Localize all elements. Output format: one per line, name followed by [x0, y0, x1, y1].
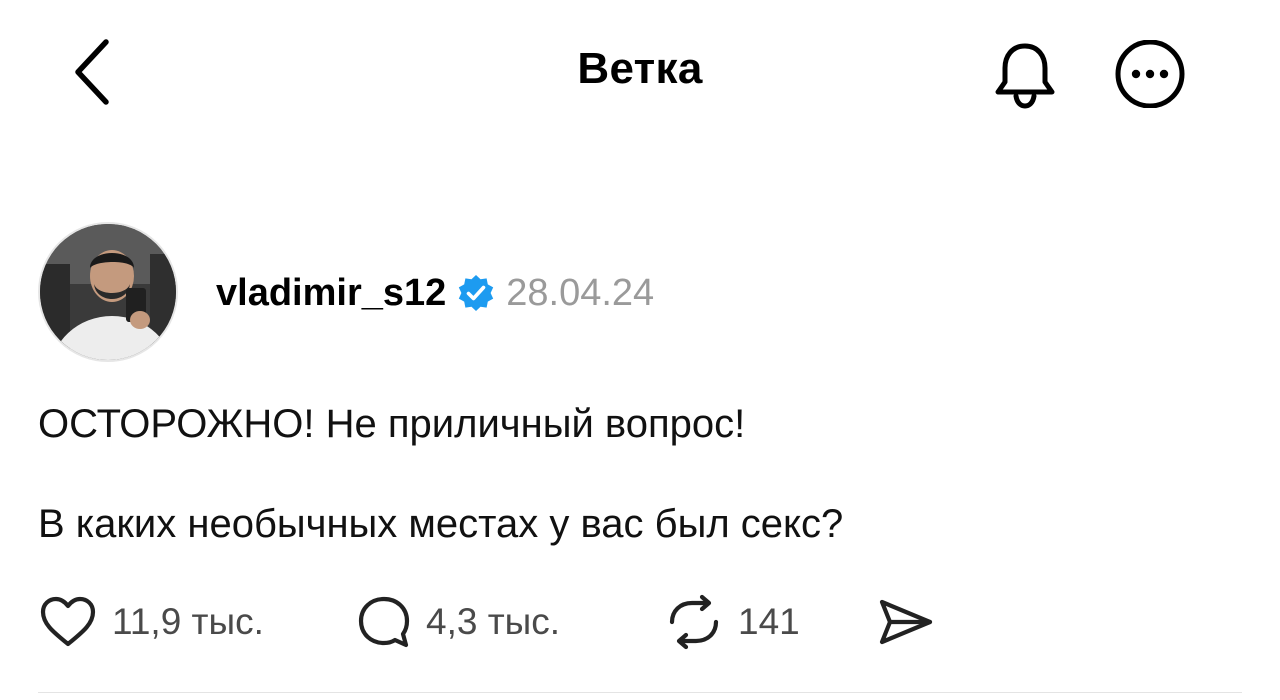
repost-button[interactable]: 141 — [664, 590, 800, 654]
repost-icon — [669, 594, 719, 650]
thread-post: vladimir_s12 28.04.24 ОСТОРОЖНО! Не прил… — [0, 0, 1280, 700]
author-username[interactable]: vladimir_s12 — [216, 272, 446, 315]
post-date: 28.04.24 — [506, 271, 655, 314]
share-button[interactable] — [876, 590, 936, 654]
post-text-line: В каких необычных местах у вас был секс? — [38, 502, 844, 546]
divider — [38, 692, 1242, 693]
comment-icon — [358, 596, 410, 648]
post-meta: vladimir_s12 28.04.24 — [216, 268, 654, 318]
repost-count: 141 — [738, 601, 800, 642]
like-count: 11,9 тыс. — [112, 601, 264, 642]
reply-count: 4,3 тыс. — [426, 601, 561, 642]
reply-button[interactable]: 4,3 тыс. — [356, 590, 560, 654]
post-actions: 11,9 тыс. 4,3 тыс. 141 — [38, 590, 1038, 654]
post-text-line: ОСТОРОЖНО! Не приличный вопрос! — [38, 402, 746, 446]
verified-badge-icon — [456, 273, 496, 313]
heart-icon — [40, 596, 96, 647]
avatar-photo — [40, 224, 176, 360]
send-icon — [879, 599, 933, 645]
avatar[interactable] — [38, 222, 178, 362]
like-button[interactable]: 11,9 тыс. — [38, 590, 264, 654]
